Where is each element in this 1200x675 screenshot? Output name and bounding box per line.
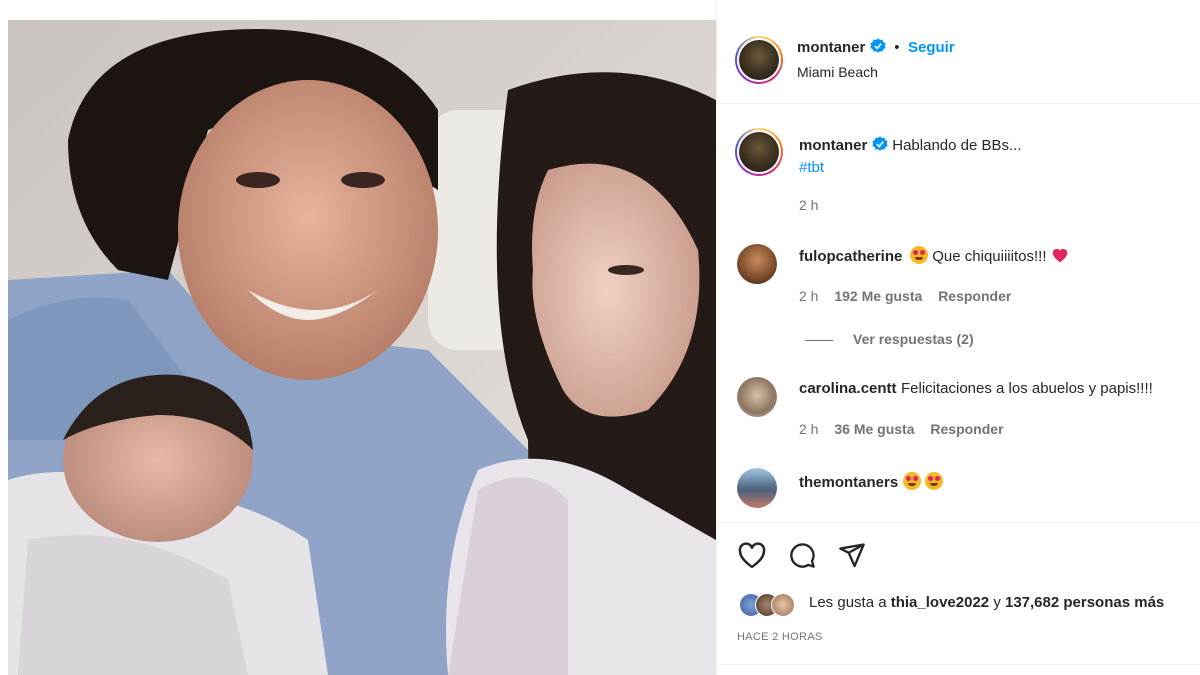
comment-text: Que chiquiiiitos!!! [932,248,1047,265]
commenter-avatar[interactable] [737,377,777,417]
caption-username[interactable]: montaner [799,137,867,154]
likes-count[interactable]: 137,682 personas más [1005,594,1164,611]
red-heart-emoji [1052,248,1068,263]
likes-summary: Les gusta a thia_love2022 y 137,682 pers… [809,594,1164,611]
location-link[interactable]: Miami Beach [797,64,878,80]
post-timestamp: HACE 2 HORAS [737,631,823,643]
divider [717,103,1200,104]
commenter-avatar[interactable] [737,468,777,508]
verified-badge-icon [872,136,888,151]
caption-avatar[interactable] [735,128,783,176]
view-replies-button[interactable]: Ver respuestas (2) [853,331,974,347]
likes-middle: y [993,594,1001,611]
post-side-panel: montaner • Seguir Miami Beach montaner H… [716,0,1200,675]
comment-text: Felicitaciones a los abuelos y papis!!!! [900,380,1153,397]
liker-avatars [739,593,809,617]
heart-icon[interactable] [737,541,767,569]
post-photo[interactable] [0,0,716,675]
comment-time: 2 h [799,421,819,437]
reply-button[interactable]: Responder [938,288,1011,304]
caption: montaner Hablando de BBs... #tbt [799,135,1189,179]
likes-prefix: Les gusta a [809,594,887,611]
author-username[interactable]: montaner [797,39,865,56]
divider [717,664,1200,665]
reply-button[interactable]: Responder [930,421,1003,437]
smiling-heart-eyes-emoji [902,472,921,490]
share-icon[interactable] [838,541,866,569]
replies-line [805,340,833,341]
smiling-heart-eyes-emoji [909,246,928,264]
liker-username[interactable]: thia_love2022 [891,594,989,611]
family-photo-image [8,20,716,675]
comment-likes[interactable]: 36 Me gusta [834,421,914,437]
comment-username[interactable]: fulopcatherine [799,248,902,265]
hashtag-link[interactable]: #tbt [799,159,824,176]
comment: themontaners [799,472,944,492]
comment-username[interactable]: carolina.centt [799,380,897,397]
comment-meta: 2 h 192 Me gusta Responder [799,288,1011,304]
comment: carolina.centt Felicitaciones a los abue… [799,380,1200,398]
divider [717,522,1200,523]
commenter-avatar[interactable] [737,244,777,284]
post-header: montaner • Seguir [797,38,955,57]
caption-time: 2 h [799,197,819,213]
smiling-heart-eyes-emoji [925,472,944,490]
liker-avatar [771,593,795,617]
follow-button[interactable]: Seguir [908,39,955,56]
comment: fulopcatherine Que chiquiiiitos!!! [799,246,1069,266]
caption-text: Hablando de BBs... [892,137,1022,154]
author-avatar[interactable] [735,36,783,84]
dot-separator: • [894,39,900,56]
comment-username[interactable]: themontaners [799,474,898,491]
comment-time: 2 h [799,288,819,304]
comment-meta: 2 h 36 Me gusta Responder [799,421,1004,437]
verified-badge-icon [870,38,886,53]
comment-icon[interactable] [788,541,816,569]
comment-likes[interactable]: 192 Me gusta [834,288,922,304]
